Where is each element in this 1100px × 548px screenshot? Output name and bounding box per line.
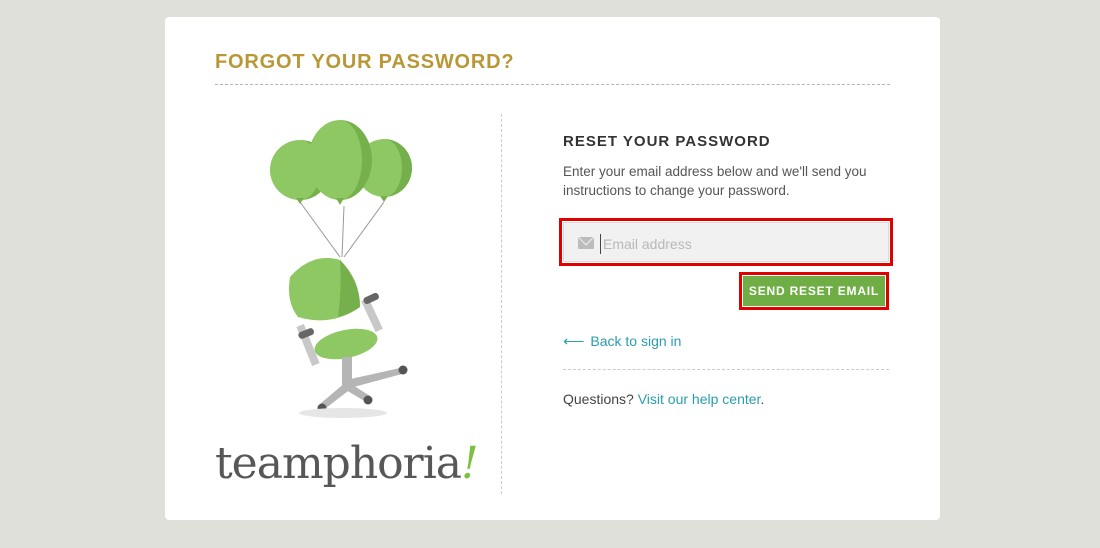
arrow-left-icon: ⟵ (563, 333, 585, 350)
help-divider (563, 369, 889, 370)
column-divider (501, 114, 502, 494)
reset-section-title: RESET YOUR PASSWORD (563, 133, 771, 150)
chair-with-balloons-illustration (270, 120, 412, 418)
send-reset-email-button[interactable]: SEND RESET EMAIL (743, 276, 885, 306)
help-center-link[interactable]: Visit our help center (638, 391, 761, 407)
help-question: Questions? (563, 391, 634, 407)
email-field[interactable] (563, 222, 889, 262)
forgot-password-card: FORGOT YOUR PASSWORD? teamphoria! RESET … (165, 17, 940, 520)
reset-form-header: RESET YOUR PASSWORD Enter your email add… (563, 133, 893, 200)
logo-mark: ! (461, 438, 479, 489)
send-button-highlight: SEND RESET EMAIL (739, 272, 889, 310)
title-divider (215, 84, 890, 85)
envelope-icon (578, 237, 594, 249)
logo-wordmark: teamphoria (215, 438, 462, 489)
help-trailing-period: . (760, 391, 765, 407)
teamphoria-logo: teamphoria! (215, 442, 479, 486)
email-field-highlight (559, 218, 893, 266)
reset-instructions: Enter your email address below and we'll… (563, 164, 867, 198)
back-to-sign-in-label: Back to sign in (590, 333, 682, 349)
help-text: Questions? Visit our help center. (563, 391, 764, 407)
back-to-sign-in-link[interactable]: ⟵ Back to sign in (563, 332, 681, 350)
email-input[interactable] (600, 234, 880, 254)
page-title: FORGOT YOUR PASSWORD? (215, 51, 515, 73)
